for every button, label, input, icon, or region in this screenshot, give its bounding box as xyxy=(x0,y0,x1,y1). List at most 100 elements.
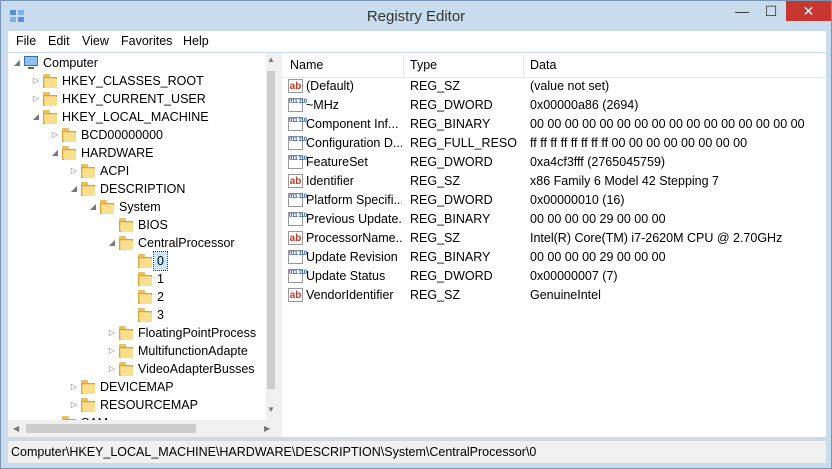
value-row[interactable]: 011 110 Previous Update... REG_BINARY 00 00… xyxy=(282,210,826,229)
tree-scroll-thumb[interactable] xyxy=(267,71,275,389)
tree-node[interactable]: ▷ HKEY_CURRENT_USER xyxy=(8,90,266,108)
expand-arrow-icon[interactable]: ▷ xyxy=(69,162,79,180)
tree-node[interactable]: ▷ FloatingPointProcess xyxy=(8,324,266,342)
tree-node[interactable]: ▷ MultifunctionAdapte xyxy=(8,342,266,360)
value-row[interactable]: ab ProcessorName... REG_SZ Intel(R) Core(TM… xyxy=(282,229,826,248)
string-value-icon: ab xyxy=(288,231,303,245)
tree-node-label: FloatingPointProcess xyxy=(138,326,257,340)
expand-arrow-icon[interactable]: ▷ xyxy=(69,378,79,396)
tree-horizontal-scrollbar[interactable]: ◀ ▶ xyxy=(8,420,276,437)
column-header-type[interactable]: Type xyxy=(410,58,437,72)
value-data: 00 00 00 00 29 00 00 00 xyxy=(530,212,666,226)
value-row[interactable]: 011 110 FeatureSet REG_DWORD 0xa4cf3fff (27… xyxy=(282,153,826,172)
menu-help[interactable]: Help xyxy=(183,34,209,48)
tree-node-label: 1 xyxy=(157,272,164,286)
value-row[interactable]: 011 110Configuration D... REG_FULL_RESOU.… xyxy=(282,134,826,153)
tree-node[interactable]: ▷ BCD00000000 xyxy=(8,126,266,144)
tree-node-label: HKEY_LOCAL_MACHINE xyxy=(62,110,209,124)
value-type: REG_DWORD xyxy=(410,269,493,283)
menu-edit[interactable]: Edit xyxy=(48,34,70,48)
collapse-arrow-icon[interactable]: ◢ xyxy=(50,144,60,162)
value-type: REG_FULL_RESOU... xyxy=(410,136,518,150)
value-data: 00 00 00 00 00 00 00 00 00 00 00 00 00 0… xyxy=(530,117,805,131)
value-row[interactable]: ab Identifier REG_SZ x86 Family 6 Model 42 … xyxy=(282,172,826,191)
collapse-arrow-icon[interactable]: ◢ xyxy=(88,198,98,216)
scroll-left-icon[interactable]: ◀ xyxy=(13,424,19,433)
expand-arrow-icon[interactable]: ▷ xyxy=(31,90,41,108)
tree-node[interactable]: ▷ RESOURCEMAP xyxy=(8,396,266,414)
value-row[interactable]: ab VendorIdentifier REG_SZ GenuineIntel xyxy=(282,286,826,305)
collapse-arrow-icon[interactable]: ◢ xyxy=(69,180,79,198)
value-type: REG_BINARY xyxy=(410,250,491,264)
maximize-button[interactable]: ☐ xyxy=(758,1,784,21)
value-row[interactable]: 011 110 Update Revision REG_BINARY 00 00 00… xyxy=(282,248,826,267)
expand-arrow-icon[interactable]: ▷ xyxy=(31,72,41,90)
tree-node[interactable]: 0 xyxy=(8,251,266,271)
tree-node[interactable]: ◢ DESCRIPTION xyxy=(8,180,266,198)
value-data: Intel(R) Core(TM) i7-2620M CPU @ 2.70GHz xyxy=(530,231,783,245)
expand-arrow-icon[interactable]: ▷ xyxy=(50,126,60,144)
tree-node[interactable]: BIOS xyxy=(8,216,266,234)
tree-node[interactable]: 1 xyxy=(8,270,266,288)
column-header-name[interactable]: Name xyxy=(290,58,323,72)
expand-arrow-icon[interactable]: ▷ xyxy=(107,324,117,342)
menu-view[interactable]: View xyxy=(82,34,109,48)
scroll-up-icon[interactable]: ▲ xyxy=(267,55,275,64)
tree-node[interactable]: ◢ CentralProcessor xyxy=(8,234,266,252)
menu-favorites[interactable]: Favorites xyxy=(121,34,172,48)
tree-vertical-scrollbar[interactable]: ▲ ▼ xyxy=(266,53,276,420)
value-row[interactable]: ab (Default) REG_SZ (value not set) xyxy=(282,77,826,96)
binary-value-icon: 011 110 xyxy=(288,212,307,226)
collapse-arrow-icon[interactable]: ◢ xyxy=(107,234,117,252)
folder-icon xyxy=(118,362,134,376)
column-header-data[interactable]: Data xyxy=(530,58,556,72)
tree-node[interactable]: 3 xyxy=(8,306,266,324)
scroll-down-icon[interactable]: ▼ xyxy=(267,405,275,414)
value-type: REG_SZ xyxy=(410,174,461,188)
values-list-pane[interactable]: Name Type Data ab (Default) REG_SZ (value n… xyxy=(282,53,826,437)
tree-node[interactable]: ▷ HKEY_CLASSES_ROOT xyxy=(8,72,266,90)
binary-value-icon: 011 110 xyxy=(288,98,307,112)
binary-value-icon: 011 110 xyxy=(288,136,307,150)
tree-node-label: 3 xyxy=(157,308,164,322)
tree-node[interactable]: ◢ HARDWARE xyxy=(8,144,266,162)
minimize-button[interactable]: — xyxy=(729,1,755,21)
binary-value-icon: 011 110 xyxy=(288,250,307,264)
tree-node-label: DEVICEMAP xyxy=(100,380,174,394)
string-value-icon: ab xyxy=(288,288,303,302)
folder-icon xyxy=(80,380,96,394)
value-type: REG_DWORD xyxy=(410,193,493,207)
tree-node[interactable]: ◢ HKEY_LOCAL_MACHINE xyxy=(8,108,266,126)
tree-node[interactable]: ◢ System xyxy=(8,198,266,216)
value-data: GenuineIntel xyxy=(530,288,601,302)
value-type: REG_DWORD xyxy=(410,98,493,112)
collapse-arrow-icon[interactable]: ◢ xyxy=(31,108,41,126)
scroll-right-icon[interactable]: ▶ xyxy=(264,424,270,433)
tree-node[interactable]: ▷ ACPI xyxy=(8,162,266,180)
tree-node[interactable]: 2 xyxy=(8,288,266,306)
expand-arrow-icon[interactable]: ▷ xyxy=(107,360,117,378)
tree-node[interactable]: ▷ DEVICEMAP xyxy=(8,378,266,396)
column-divider[interactable] xyxy=(523,55,524,75)
value-row[interactable]: 011 110 Update Status REG_DWORD 0x00000007 … xyxy=(282,267,826,286)
collapse-arrow-icon[interactable]: ◢ xyxy=(12,54,22,72)
string-value-icon: ab xyxy=(288,174,303,188)
tree-node[interactable]: ◢ Computer xyxy=(8,54,266,72)
value-row[interactable]: 011 110 Platform Specifi... REG_DWORD 0x000… xyxy=(282,191,826,210)
title-bar[interactable]: Registry Editor — ☐ ✕ xyxy=(1,1,831,31)
value-row[interactable]: 011 110 ~MHz REG_DWORD 0x00000a86 (2694) xyxy=(282,96,826,115)
value-name: Configuration D... xyxy=(306,136,402,150)
value-type: REG_SZ xyxy=(410,79,461,93)
folder-icon xyxy=(118,326,134,340)
column-divider[interactable] xyxy=(403,55,404,75)
expand-arrow-icon[interactable]: ▷ xyxy=(69,396,79,414)
value-data: 0x00000a86 (2694) xyxy=(530,98,639,112)
close-button[interactable]: ✕ xyxy=(786,1,831,21)
expand-arrow-icon[interactable]: ▷ xyxy=(107,342,117,360)
folder-icon xyxy=(137,308,153,322)
tree-hscroll-thumb[interactable] xyxy=(26,424,196,433)
tree-node[interactable]: ▷ VideoAdapterBusses xyxy=(8,360,266,378)
menu-file[interactable]: File xyxy=(16,34,36,48)
value-row[interactable]: 011 110 Component Inf... REG_BINARY 00 00 0… xyxy=(282,115,826,134)
key-tree-pane[interactable]: SAM▷RESOURCEMAP▷DEVICEMAP▷VideoAdapterBu… xyxy=(8,53,277,420)
